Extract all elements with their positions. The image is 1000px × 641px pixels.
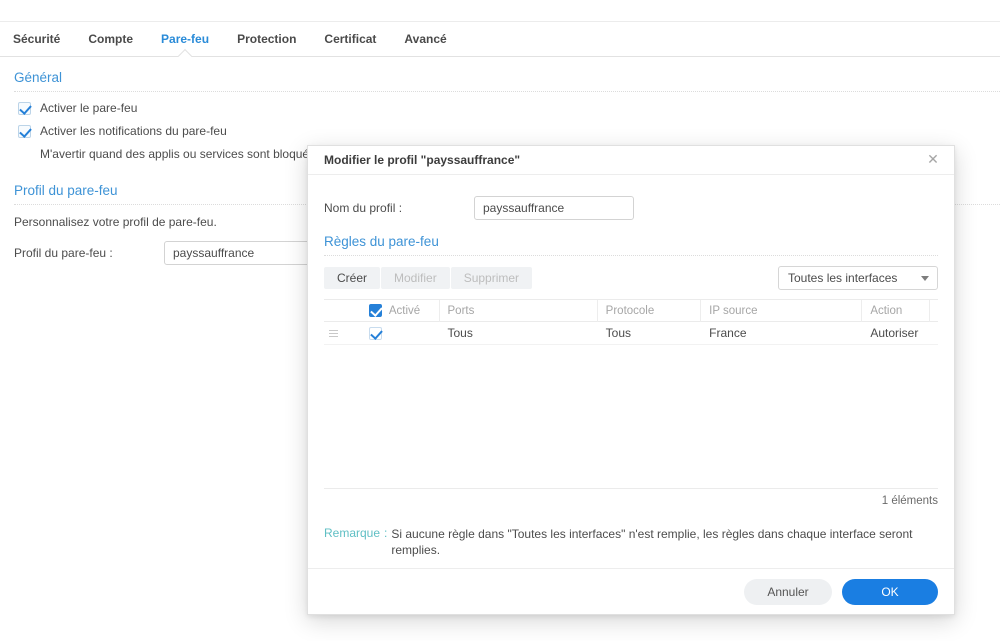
table-count-bar: 1 éléments — [324, 488, 938, 512]
ok-button[interactable]: OK — [842, 579, 938, 605]
tab-label: Certificat — [324, 32, 376, 46]
app-root: Sécurité Compte Pare-feu Protection Cert… — [0, 0, 1000, 641]
tab-compte[interactable]: Compte — [74, 23, 147, 56]
row-enabled-checkbox[interactable] — [369, 327, 382, 340]
tab-avance[interactable]: Avancé — [390, 23, 460, 56]
enable-firewall-checkbox[interactable] — [18, 102, 31, 115]
checkbox-row-enable-firewall[interactable]: Activer le pare-feu — [0, 92, 1000, 115]
row-drag-handle[interactable] — [324, 328, 344, 339]
column-header-enabled[interactable]: Activé — [344, 300, 440, 322]
tab-list: Sécurité Compte Pare-feu Protection Cert… — [0, 23, 1000, 56]
table-header-row: Activé Ports Protocole IP source Action — [324, 300, 938, 322]
tab-label: Avancé — [404, 32, 446, 46]
profile-name-input[interactable] — [474, 196, 634, 220]
note-separator: : — [380, 526, 391, 558]
column-header-label: Activé — [389, 300, 420, 322]
column-header-action[interactable]: Action — [862, 300, 930, 322]
profile-name-row: Nom du profil : — [324, 175, 938, 220]
create-rule-button[interactable]: Créer — [324, 267, 380, 289]
profile-select-input[interactable] — [164, 241, 316, 265]
table-empty-area — [324, 345, 938, 488]
chevron-down-icon — [921, 276, 929, 281]
edit-profile-dialog: Modifier le profil "payssauffrance" ✕ No… — [307, 145, 955, 615]
row-enabled-cell[interactable] — [344, 327, 440, 340]
column-header-ports[interactable]: Ports — [440, 300, 598, 322]
column-header-protocole[interactable]: Protocole — [598, 300, 701, 322]
enable-notifications-label: Activer les notifications du pare-feu — [40, 124, 227, 138]
note-key: Remarque — [324, 526, 380, 558]
column-header-ip-source[interactable]: IP source — [701, 300, 862, 322]
note-2: Remarque : Vous pouvez faire glisser les… — [324, 558, 938, 568]
edit-rule-button[interactable]: Modifier — [381, 267, 450, 289]
note-text: Si aucune règle dans "Toutes les interfa… — [391, 526, 936, 558]
close-icon[interactable]: ✕ — [924, 151, 942, 169]
enable-firewall-label: Activer le pare-feu — [40, 101, 137, 115]
row-ip-source-cell: France — [701, 326, 862, 340]
tab-bar: Sécurité Compte Pare-feu Protection Cert… — [0, 23, 1000, 57]
rules-section-heading: Règles du pare-feu — [324, 220, 938, 255]
tab-label: Pare-feu — [161, 32, 209, 46]
column-header-grip — [324, 300, 344, 322]
dialog-footer: Annuler OK — [308, 568, 954, 614]
tab-label: Compte — [88, 32, 133, 46]
delete-rule-button[interactable]: Supprimer — [451, 267, 532, 289]
dialog-title: Modifier le profil "payssauffrance" — [324, 153, 924, 167]
row-ports-cell: Tous — [440, 326, 598, 340]
tab-label: Sécurité — [13, 32, 60, 46]
enable-notifications-checkbox[interactable] — [18, 125, 31, 138]
top-strip — [0, 0, 1000, 22]
cancel-button[interactable]: Annuler — [744, 579, 832, 605]
tab-certificat[interactable]: Certificat — [310, 23, 390, 56]
rules-table: Activé Ports Protocole IP source Action — [324, 299, 938, 512]
tab-protection[interactable]: Protection — [223, 23, 310, 56]
interface-select[interactable]: Toutes les interfaces — [778, 266, 938, 290]
profile-field-label: Profil du pare-feu : — [14, 246, 164, 260]
column-header-filler — [930, 300, 938, 322]
dialog-header: Modifier le profil "payssauffrance" ✕ — [308, 146, 954, 175]
row-action-cell: Autoriser — [862, 326, 930, 340]
row-protocole-cell: Tous — [598, 326, 701, 340]
select-all-checkbox[interactable] — [369, 304, 382, 317]
section-heading-general: Général — [0, 58, 1000, 91]
interface-select-value: Toutes les interfaces — [788, 271, 897, 285]
profile-name-label: Nom du profil : — [324, 201, 474, 215]
rules-toolbar: Créer Modifier Supprimer Toutes les inte… — [324, 256, 938, 290]
note-1: Remarque : Si aucune règle dans "Toutes … — [324, 512, 938, 558]
tab-securite[interactable]: Sécurité — [13, 23, 74, 56]
table-row[interactable]: Tous Tous France Autoriser — [324, 322, 938, 345]
checkbox-row-enable-notifications[interactable]: Activer les notifications du pare-feu — [0, 115, 1000, 138]
tab-label: Protection — [237, 32, 296, 46]
row-count-label: 1 éléments — [882, 495, 938, 507]
drag-handle-icon — [329, 328, 338, 339]
tab-pare-feu[interactable]: Pare-feu — [147, 23, 223, 56]
dialog-body: Nom du profil : Règles du pare-feu Créer… — [308, 175, 954, 568]
